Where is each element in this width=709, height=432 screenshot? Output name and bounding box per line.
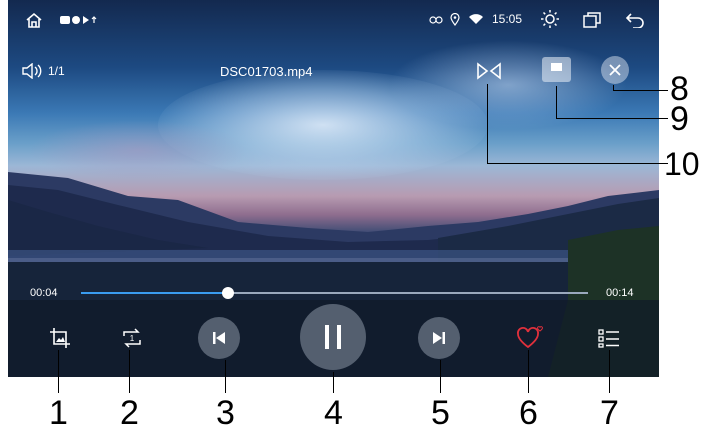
callout-10: 10 [664,146,700,182]
callout-line-3 [225,360,226,393]
callout-4: 4 [324,394,343,432]
status-time: 15:05 [492,12,523,26]
pause-button[interactable] [300,304,366,370]
player-title-bar: 1/1 DSC01703.mp4 [8,50,659,90]
callout-line-9 [556,86,557,119]
crop-icon[interactable] [49,327,71,349]
callout-line-5 [440,360,441,393]
callout-line-4 [333,372,334,393]
callout-line-8 [613,90,668,91]
callout-line-6 [528,350,529,393]
repeat-one-icon[interactable]: 1 [120,326,144,350]
volume-icon[interactable] [22,63,44,79]
callout-line-7 [609,350,610,393]
progress-row: 00:04 00:14 [8,282,659,306]
callout-1: 1 [49,394,68,432]
callout-line-9 [556,118,668,119]
favorite-icon[interactable] [516,325,544,349]
video-screen[interactable]: 15:05 1/1 DSC01703.mp4 00:04 00:14 1 [8,0,659,377]
callout-2: 2 [120,394,139,432]
location-icon [450,13,460,26]
callout-5: 5 [431,394,450,432]
callout-line-10 [487,163,668,164]
svg-text:1: 1 [130,334,135,343]
seek-handle[interactable] [222,287,235,299]
window-mode-icon [551,63,562,71]
playlist-icon[interactable] [598,328,620,348]
status-bar: 15:05 [8,0,659,40]
previous-icon [213,332,225,344]
current-time: 00:04 [30,287,58,299]
brightness-icon[interactable] [540,9,560,29]
back-icon[interactable] [625,12,645,28]
seek-bar[interactable] [81,287,588,299]
callout-6: 6 [519,394,538,432]
callout-7: 7 [600,394,619,432]
total-time: 00:14 [606,287,634,299]
callout-line-1 [58,350,59,393]
callout-9: 9 [670,100,689,138]
link-icon [429,16,443,24]
window-icon[interactable] [583,12,601,28]
mirror-icon[interactable] [476,61,502,81]
wifi-icon [469,14,483,24]
pause-icon [325,325,341,349]
media-icon [60,16,97,24]
next-button[interactable] [418,317,460,359]
close-button[interactable] [601,56,629,84]
previous-button[interactable] [198,317,240,359]
next-icon [433,332,445,344]
callout-line-2 [129,350,130,393]
close-icon [609,64,621,76]
seek-bar-fill [81,292,229,294]
window-mode-button[interactable] [542,57,571,82]
callout-line-10 [487,84,488,164]
video-filename: DSC01703.mp4 [220,64,313,79]
track-counter: 1/1 [48,64,65,78]
callout-3: 3 [216,394,235,432]
home-icon[interactable] [25,12,43,28]
